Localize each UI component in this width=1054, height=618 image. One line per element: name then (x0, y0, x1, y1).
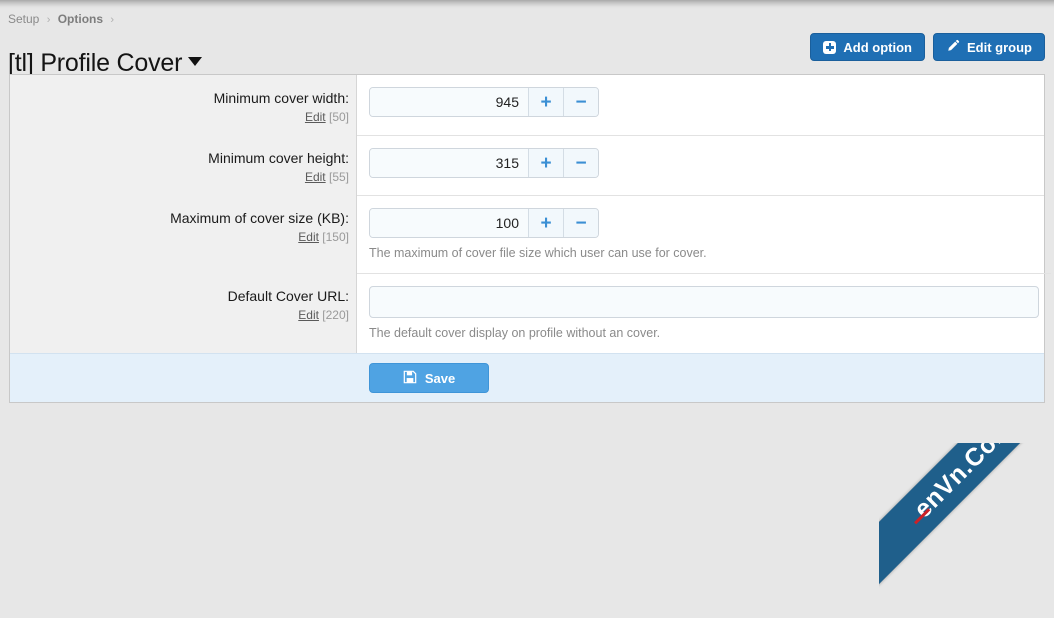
form-row-control: + − (357, 135, 1044, 195)
edit-group-label: Edit group (967, 39, 1032, 55)
edit-option-link[interactable]: Edit (298, 230, 319, 244)
edit-group-button[interactable]: Edit group (933, 33, 1045, 61)
form-row-meta: Edit [220] (20, 308, 349, 323)
breadcrumb-item-options[interactable]: Options (58, 12, 103, 26)
option-id: [220] (322, 308, 349, 322)
form-row-label-cell: Maximum of cover size (KB): Edit [150] (10, 195, 357, 273)
form-row-hint: The default cover display on profile wit… (369, 326, 661, 340)
watermark-text: enVn.Com (908, 443, 1019, 524)
form-row-label: Minimum cover width: (213, 90, 349, 106)
stepper-increment-button[interactable]: + (528, 88, 563, 116)
chevron-down-icon[interactable] (188, 56, 203, 66)
watermark-band: enVn.Com (879, 443, 1054, 587)
site-watermark: enVn.Com (879, 443, 1054, 618)
form-row: Default Cover URL: Edit [220] The defaul… (10, 273, 1051, 353)
title-row: [tl] Profile Cover Add option Edit group (0, 28, 1054, 77)
quantity-stepper: + − (369, 87, 599, 117)
breadcrumb-separator-icon-2: › (110, 14, 115, 26)
form-row-control: + − (357, 75, 1044, 135)
form-row-label: Default Cover URL: (227, 288, 349, 304)
stepper-increment-button[interactable]: + (528, 209, 563, 237)
form-row-hint: The maximum of cover file size which use… (369, 246, 707, 260)
pencil-icon (946, 39, 960, 56)
form-row-meta: Edit [150] (20, 230, 349, 245)
form-row-meta: Edit [50] (20, 110, 349, 125)
title-actions: Add option Edit group (810, 33, 1045, 61)
floppy-disk-icon (403, 370, 417, 387)
options-form: Minimum cover width: Edit [50] + − (10, 75, 1051, 353)
minimum-cover-height-input[interactable] (370, 149, 528, 177)
default-cover-url-input[interactable] (369, 286, 1039, 318)
options-panel: Minimum cover width: Edit [50] + − (9, 74, 1051, 403)
option-id: [55] (328, 170, 349, 184)
add-option-label: Add option (843, 39, 912, 55)
form-row-meta: Edit [55] (20, 170, 349, 185)
panel-footer: Save (10, 353, 1044, 402)
edit-option-link[interactable]: Edit (305, 170, 326, 184)
quantity-stepper: + − (369, 148, 599, 178)
save-label: Save (424, 370, 456, 386)
page-root: Setup › Options › [tl] Profile Cover Add… (0, 9, 1054, 403)
save-button[interactable]: Save (369, 363, 489, 393)
form-row: Minimum cover width: Edit [50] + − (10, 75, 1044, 135)
minimum-cover-width-input[interactable] (370, 88, 528, 116)
plus-square-icon (823, 40, 837, 54)
form-row-label: Minimum cover height: (208, 150, 349, 166)
form-row-label-cell: Minimum cover width: Edit [50] (10, 75, 357, 135)
breadcrumb-item-setup[interactable]: Setup (8, 12, 39, 26)
watermark-dash-icon (914, 508, 931, 525)
add-option-button[interactable]: Add option (810, 33, 925, 61)
form-row: Maximum of cover size (KB): Edit [150] +… (10, 195, 1044, 273)
breadcrumb-separator-icon: › (46, 14, 51, 26)
form-row-label: Maximum of cover size (KB): (170, 210, 349, 226)
breadcrumb: Setup › Options › (0, 9, 1054, 28)
form-row: Minimum cover height: Edit [55] + − (10, 135, 1044, 195)
option-id: [150] (322, 230, 349, 244)
form-row-control: The default cover display on profile wit… (357, 273, 1051, 353)
quantity-stepper: + − (369, 208, 599, 238)
form-row-control: + − The maximum of cover file size which… (357, 195, 1044, 273)
form-row-label-cell: Default Cover URL: Edit [220] (10, 273, 357, 353)
page-title-text: [tl] Profile Cover (8, 48, 183, 77)
maximum-cover-size-input[interactable] (370, 209, 528, 237)
stepper-decrement-button[interactable]: − (563, 209, 598, 237)
header-shadow-strip (0, 0, 1054, 9)
stepper-increment-button[interactable]: + (528, 149, 563, 177)
edit-option-link[interactable]: Edit (298, 308, 319, 322)
stepper-decrement-button[interactable]: − (563, 88, 598, 116)
form-row-label-cell: Minimum cover height: Edit [55] (10, 135, 357, 195)
edit-option-link[interactable]: Edit (305, 110, 326, 124)
option-id: [50] (328, 110, 349, 124)
stepper-decrement-button[interactable]: − (563, 149, 598, 177)
